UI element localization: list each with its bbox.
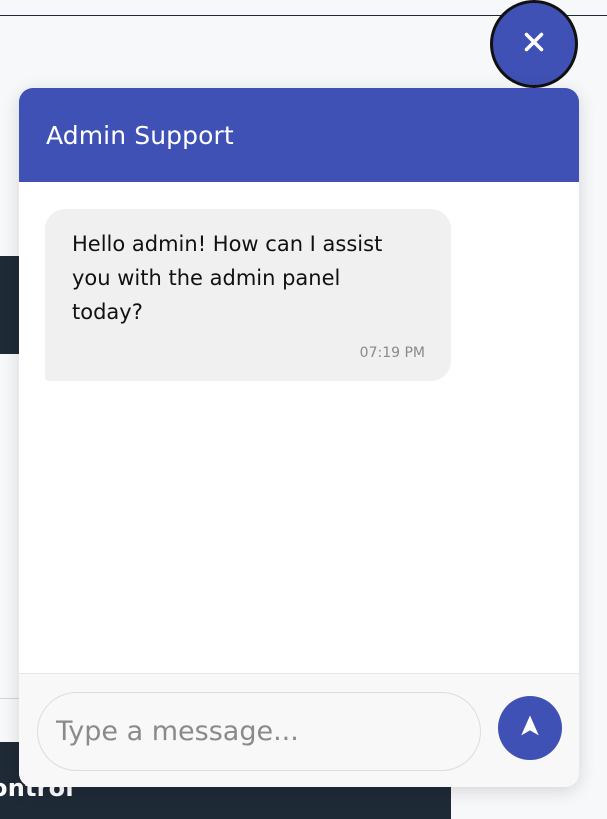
message-text: Hello admin! How can I assist you with t… [72,232,383,324]
chat-input-bar [19,673,579,787]
chat-window: Admin Support Hello admin! How can I ass… [19,88,579,787]
close-chat-button[interactable] [490,0,578,88]
message-time: 07:19 PM [359,345,425,361]
chat-header: Admin Support [19,88,579,182]
chat-messages: Hello admin! How can I assist you with t… [19,182,579,673]
close-icon [519,27,549,61]
send-button[interactable] [498,696,562,760]
send-icon [516,712,544,744]
message-bubble: Hello admin! How can I assist you with t… [45,209,451,381]
chat-title: Admin Support [46,120,234,150]
message-input[interactable] [37,692,481,771]
background-dark-block [0,256,20,354]
